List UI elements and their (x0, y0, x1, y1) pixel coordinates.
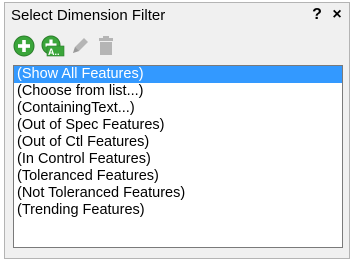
filter-list[interactable]: (Show All Features) (Choose from list...)… (13, 65, 343, 248)
title-bar: Select Dimension Filter ? × (5, 3, 349, 27)
filter-list-item[interactable]: (In Control Features) (14, 151, 342, 168)
pencil-icon (73, 38, 88, 53)
dimension-filter-dialog: Select Dimension Filter ? × A.. (Show Al… (4, 2, 350, 259)
add-all-label: A.. (48, 47, 60, 57)
toolbar: A.. (13, 35, 341, 59)
add-filter-button[interactable] (13, 35, 35, 57)
trash-icon (99, 36, 113, 55)
edit-filter-button[interactable] (69, 35, 91, 57)
add-all-icon: A.. (41, 35, 65, 57)
filter-list-item[interactable]: (Toleranced Features) (14, 168, 342, 185)
filter-list-item[interactable]: (Trending Features) (14, 202, 342, 219)
filter-list-item[interactable]: (Out of Ctl Features) (14, 134, 342, 151)
help-button[interactable]: ? (310, 6, 324, 24)
filter-list-item[interactable]: (Choose from list...) (14, 83, 342, 100)
delete-filter-button[interactable] (95, 35, 117, 57)
filter-list-item[interactable]: (Not Toleranced Features) (14, 185, 342, 202)
filter-list-item[interactable]: (ContainingText...) (14, 100, 342, 117)
filter-list-item[interactable]: (Out of Spec Features) (14, 117, 342, 134)
add-icon (13, 35, 35, 57)
add-all-button[interactable]: A.. (41, 35, 65, 57)
close-button[interactable]: × (330, 6, 344, 24)
dialog-title: Select Dimension Filter (11, 7, 166, 24)
filter-list-item[interactable]: (Show All Features) (14, 66, 342, 83)
